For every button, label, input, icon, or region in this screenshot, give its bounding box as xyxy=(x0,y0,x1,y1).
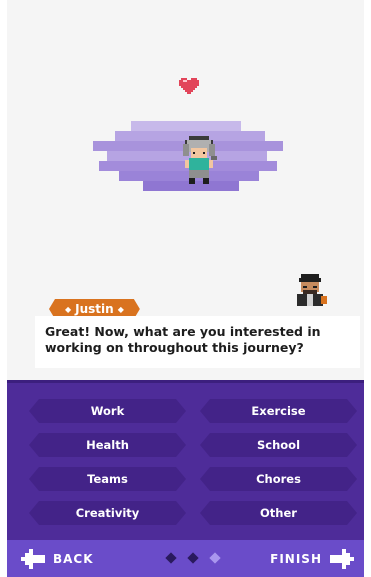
npc-justin-sprite xyxy=(297,274,327,306)
tag-bullet-icon: ◆ xyxy=(117,304,124,314)
tag-bullet-icon: ◆ xyxy=(65,304,72,314)
choice-health[interactable]: Health xyxy=(29,433,186,457)
dialog-box: Great! Now, what are you interested in w… xyxy=(35,316,360,368)
choices-panel: Work Exercise Health School Teams Chores… xyxy=(7,380,364,540)
app-frame: ◆ Justin ◆ Great! Now, what are you intere… xyxy=(7,0,364,577)
back-button[interactable]: BACK xyxy=(21,549,94,569)
choice-exercise[interactable]: Exercise xyxy=(200,399,357,423)
progress-dot-active xyxy=(209,552,221,564)
bottom-nav-bar: BACK FINISH xyxy=(7,540,364,577)
progress-dots xyxy=(165,552,227,564)
arrow-left-icon xyxy=(21,549,45,569)
choice-teams[interactable]: Teams xyxy=(29,467,186,491)
finish-button[interactable]: FINISH xyxy=(270,549,354,569)
choice-work[interactable]: Work xyxy=(29,399,186,423)
progress-dot xyxy=(187,552,199,564)
heart-icon xyxy=(179,78,199,94)
choices-grid: Work Exercise Health School Teams Chores… xyxy=(29,399,345,525)
speaker-name: Justin xyxy=(75,302,114,316)
progress-dot xyxy=(165,552,177,564)
arrow-right-icon xyxy=(330,549,354,569)
choice-other[interactable]: Other xyxy=(200,501,357,525)
choice-chores[interactable]: Chores xyxy=(200,467,357,491)
finish-label: FINISH xyxy=(270,552,322,566)
hero-sprite xyxy=(183,136,217,184)
choice-creativity[interactable]: Creativity xyxy=(29,501,186,525)
back-label: BACK xyxy=(53,552,94,566)
choice-school[interactable]: School xyxy=(200,433,357,457)
dialog-message: Great! Now, what are you interested in w… xyxy=(45,324,321,355)
scene: ◆ Justin ◆ Great! Now, what are you intere… xyxy=(7,0,364,380)
